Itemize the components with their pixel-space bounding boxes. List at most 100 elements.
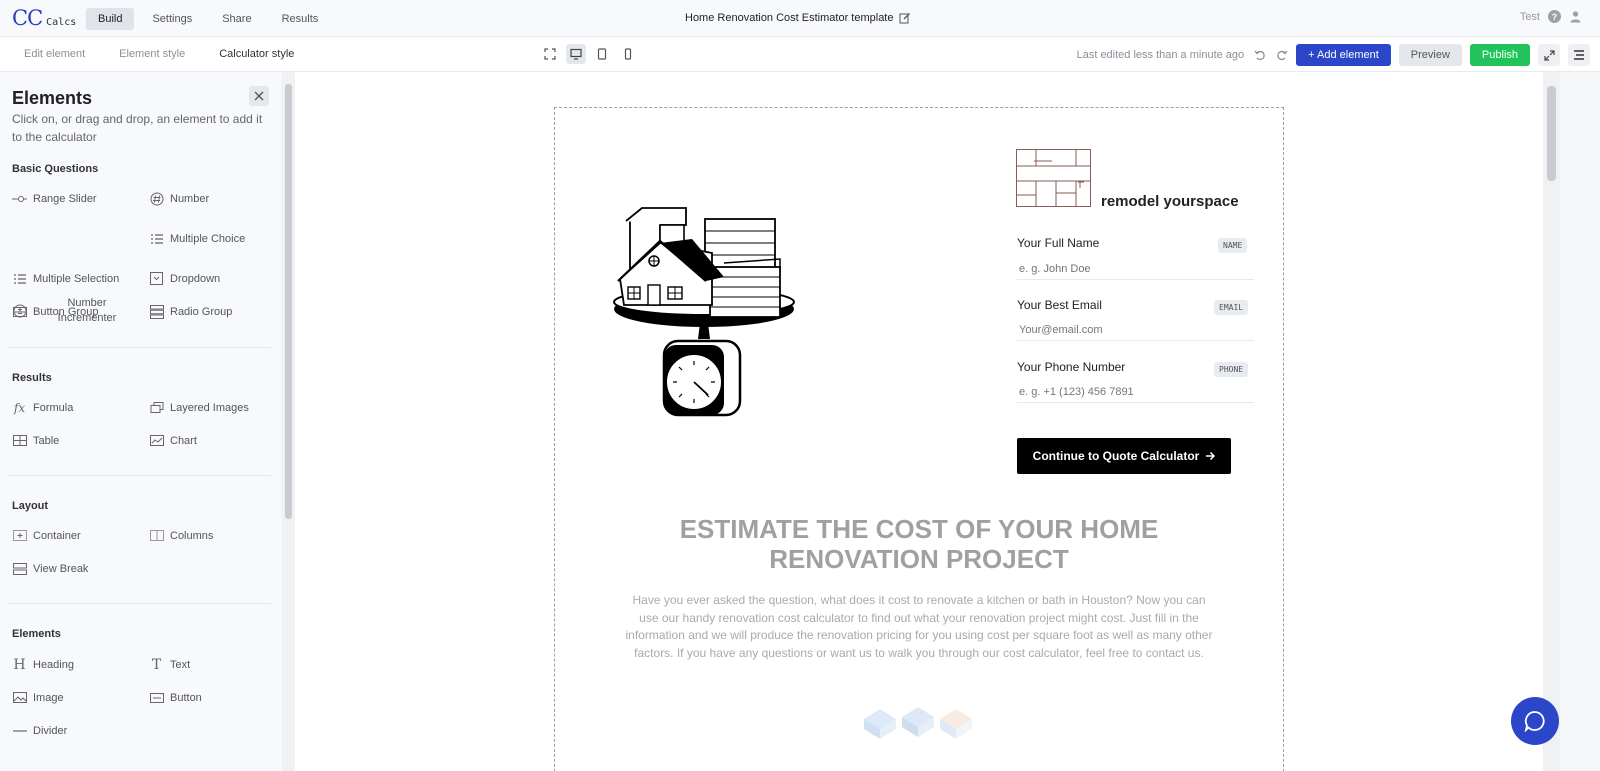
element-label: Divider <box>33 724 68 737</box>
radio-group-icon <box>149 304 164 319</box>
element-columns[interactable]: Columns <box>149 528 213 543</box>
checklist-icon <box>12 271 27 286</box>
elements-sidebar: Elements Click on, or drag and drop, an … <box>0 72 281 771</box>
menu-icon[interactable] <box>1568 44 1590 66</box>
element-table[interactable]: Table <box>12 433 59 448</box>
expand-icon[interactable] <box>1538 44 1560 66</box>
section-results: Results <box>12 372 52 384</box>
section-basic-questions: Basic Questions <box>12 163 99 175</box>
tab-element-style[interactable]: Element style <box>119 48 185 60</box>
edit-icon[interactable] <box>899 12 911 24</box>
full-name-input[interactable] <box>1017 258 1254 280</box>
phone-input[interactable] <box>1017 381 1254 403</box>
element-multiple-choice[interactable]: Multiple Choice <box>149 231 245 246</box>
continue-button[interactable]: Continue to Quote Calculator <box>1017 438 1231 474</box>
element-button-group[interactable]: Button Group <box>12 304 98 319</box>
divider <box>8 603 271 604</box>
full-name-label: Your Full Name <box>1017 236 1100 250</box>
tablet-view-icon[interactable] <box>592 44 612 64</box>
heading-icon: H <box>13 656 26 673</box>
style-tabs: Edit element Element style Calculator st… <box>24 48 294 60</box>
element-radio-group[interactable]: Radio Group <box>149 304 232 319</box>
tab-edit-element[interactable]: Edit element <box>24 48 85 60</box>
user-icon[interactable] <box>1569 10 1582 23</box>
element-label: Chart <box>170 434 197 447</box>
help-icon[interactable]: ? <box>1548 10 1561 23</box>
view-break-icon <box>12 561 27 576</box>
element-label: Table <box>33 434 60 447</box>
phone-tag-badge: PHONE <box>1214 362 1249 377</box>
element-label: View Break <box>33 562 89 575</box>
app-logo[interactable]: CC Calcs <box>12 6 76 30</box>
email-label: Your Best Email <box>1017 298 1102 312</box>
sidebar-scrollbar[interactable] <box>282 72 295 771</box>
nav-tab-results[interactable]: Results <box>270 8 331 30</box>
sidebar-title: Elements <box>12 88 93 108</box>
phone-label: Your Phone Number <box>1017 360 1126 374</box>
chat-button[interactable] <box>1511 697 1559 745</box>
element-label: Heading <box>33 658 74 671</box>
nav-tab-build[interactable]: Build <box>86 8 135 30</box>
element-label: Number <box>170 192 210 205</box>
element-view-break[interactable]: View Break <box>12 561 88 576</box>
element-multiple-selection[interactable]: Multiple Selection <box>12 271 119 286</box>
element-label: Multiple Choice <box>170 232 246 245</box>
sidebar-scroll-thumb[interactable] <box>285 84 292 519</box>
element-formula[interactable]: fx Formula <box>12 400 73 415</box>
section-layout: Layout <box>12 500 49 512</box>
divider-icon <box>12 723 27 738</box>
user-label[interactable]: Test <box>1520 11 1540 23</box>
divider <box>8 475 271 476</box>
element-container[interactable]: Container <box>12 528 81 543</box>
arrow-right-icon <box>1206 451 1216 461</box>
element-range-slider[interactable]: Range Slider <box>12 191 97 206</box>
element-chart[interactable]: Chart <box>149 433 197 448</box>
element-label: Image <box>33 691 64 704</box>
logo-calcs: Calcs <box>46 17 77 28</box>
element-number[interactable]: Number <box>149 191 209 206</box>
redo-icon[interactable] <box>1275 49 1288 62</box>
element-heading[interactable]: H Heading <box>12 656 74 673</box>
tab-calculator-style[interactable]: Calculator style <box>219 48 294 60</box>
section-elements: Elements <box>12 628 61 640</box>
element-dropdown[interactable]: Dropdown <box>149 271 220 286</box>
mobile-view-icon[interactable] <box>618 44 638 64</box>
container-icon <box>12 528 27 543</box>
button-group-icon <box>12 304 27 319</box>
remodel-yourspace-logo <box>1016 149 1091 207</box>
undo-icon[interactable] <box>1254 49 1267 62</box>
element-label: Range Slider <box>33 192 97 205</box>
element-image[interactable]: Image <box>12 690 64 705</box>
canvas-scroll-thumb[interactable] <box>1547 86 1556 181</box>
desktop-view-icon[interactable] <box>566 44 586 64</box>
layers-icon <box>149 400 164 415</box>
element-divider[interactable]: Divider <box>12 723 67 738</box>
chart-icon <box>149 433 164 448</box>
columns-icon <box>149 528 164 543</box>
brand-name: remodel yourspace <box>1101 193 1239 210</box>
page-heading: ESTIMATE THE COST OF YOUR HOME RENOVATIO… <box>679 514 1159 574</box>
fullscreen-view-icon[interactable] <box>540 44 560 64</box>
user-area: Test ? <box>1520 10 1582 23</box>
close-icon[interactable] <box>249 86 269 106</box>
email-input[interactable] <box>1017 319 1254 341</box>
element-label: Radio Group <box>170 305 233 318</box>
continue-button-label: Continue to Quote Calculator <box>1032 449 1200 463</box>
publish-button[interactable]: Publish <box>1469 44 1530 66</box>
element-label: Button Group <box>33 305 99 318</box>
element-button[interactable]: Button <box>149 690 202 705</box>
element-label: Text <box>170 658 191 671</box>
list-icon <box>149 231 164 246</box>
add-element-button[interactable]: + Add element <box>1296 44 1391 66</box>
canvas-scrollbar[interactable] <box>1543 72 1560 771</box>
nav-tab-share[interactable]: Share <box>210 8 263 30</box>
preview-button[interactable]: Preview <box>1398 44 1462 66</box>
editor-toolbar: Edit element Element style Calculator st… <box>0 37 1600 72</box>
element-label: Container <box>33 529 81 542</box>
element-text[interactable]: T Text <box>149 657 191 673</box>
element-layered-images[interactable]: Layered Images <box>149 400 249 415</box>
function-icon: fx <box>13 400 26 415</box>
image-icon <box>12 690 27 705</box>
nav-tab-settings[interactable]: Settings <box>140 8 204 30</box>
chat-icon <box>1524 711 1545 732</box>
